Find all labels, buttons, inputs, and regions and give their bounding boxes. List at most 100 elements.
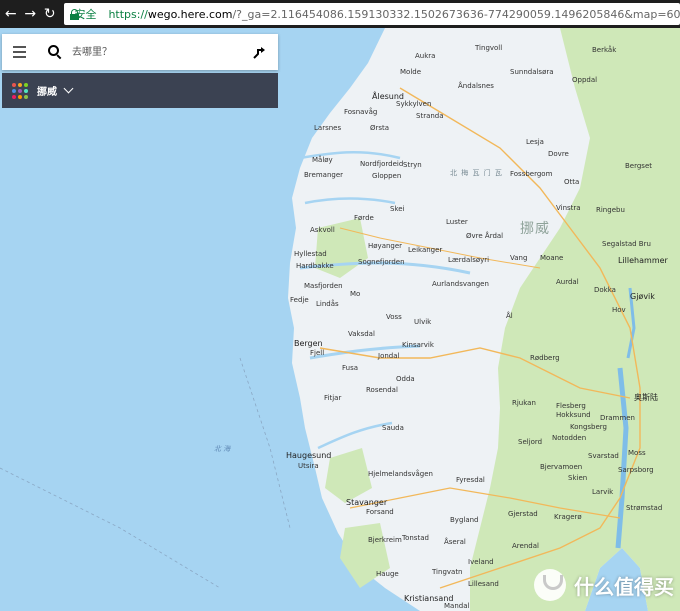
map-label[interactable]: Aukra <box>415 52 435 60</box>
chevron-down-icon[interactable] <box>63 83 74 94</box>
map-label[interactable]: Høyanger <box>368 242 402 250</box>
map-label[interactable]: Arendal <box>512 542 539 550</box>
map-label[interactable]: Notodden <box>552 434 586 442</box>
map-label[interactable]: Fyresdal <box>456 476 485 484</box>
map-label[interactable]: Nordfjordeid <box>360 160 403 168</box>
map-label[interactable]: Berkåk <box>592 46 616 54</box>
search-input[interactable] <box>70 45 234 59</box>
map-label[interactable]: Vang <box>510 254 527 262</box>
map-label[interactable]: Rjukan <box>512 399 536 407</box>
map-label[interactable]: Odda <box>396 375 415 383</box>
map-label[interactable]: Strømstad <box>626 504 662 512</box>
map-label[interactable]: Drammen <box>600 414 635 422</box>
map-label[interactable]: Vinstra <box>556 204 581 212</box>
map-label[interactable]: Fusa <box>342 364 358 372</box>
map-label[interactable]: Tingvoll <box>475 44 502 52</box>
map-label[interactable]: Gjøvik <box>630 292 655 301</box>
map-label[interactable]: Hauge <box>376 570 399 578</box>
map-label[interactable]: Kinsarvik <box>402 341 434 349</box>
map-label[interactable]: Stavanger <box>346 498 387 507</box>
map-label[interactable]: Førde <box>354 214 374 222</box>
map-label[interactable]: Fjell <box>310 349 324 357</box>
map-label[interactable]: Stranda <box>416 112 444 120</box>
country-panel[interactable]: 挪威 <box>2 73 278 108</box>
map-label[interactable]: Bjerkreim <box>368 536 402 544</box>
map-label[interactable]: Tingvatn <box>432 568 463 576</box>
map-label[interactable]: Fossbergom <box>510 170 552 178</box>
map-label[interactable]: Fedje <box>290 296 309 304</box>
map-label[interactable]: Sunndalsøra <box>510 68 554 76</box>
map-label[interactable]: Moane <box>540 254 563 262</box>
map-canvas[interactable]: Aukra Tingvoll Berkåk Molde Sunndalsøra Oppda… <box>0 28 680 611</box>
map-label[interactable]: Fosnavåg <box>344 108 377 116</box>
map-label[interactable]: Sognefjorden <box>358 258 405 266</box>
map-label[interactable]: Bergen <box>294 339 323 348</box>
map-label[interactable]: Lærdalsøyri <box>448 256 489 264</box>
map-label[interactable]: Moss <box>628 449 646 457</box>
map-label[interactable]: Ulvik <box>414 318 431 326</box>
map-label[interactable]: Ringebu <box>596 206 625 214</box>
map-label[interactable]: Larvik <box>592 488 613 496</box>
map-label[interactable]: Skei <box>390 205 405 213</box>
map-label[interactable]: Kongsberg <box>570 423 607 431</box>
map-label[interactable]: Askvoll <box>310 226 335 234</box>
map-label[interactable]: Aurlandsvangen <box>432 280 489 288</box>
map-label[interactable]: Lesja <box>526 138 544 146</box>
map-label[interactable]: Dokka <box>594 286 616 294</box>
map-label[interactable]: Mo <box>350 290 360 298</box>
search-icon[interactable] <box>48 45 62 59</box>
map-label[interactable]: 奥斯陆 <box>634 392 658 403</box>
reload-icon[interactable]: ↻ <box>41 5 58 23</box>
map-label[interactable]: Åndalsnes <box>458 82 494 90</box>
map-label[interactable]: Bjervamoen <box>540 463 582 471</box>
map-label[interactable]: Hardbakke <box>296 262 334 270</box>
directions-icon[interactable] <box>252 45 266 59</box>
map-label[interactable]: Ål <box>506 312 513 320</box>
map-label[interactable]: Lindås <box>316 300 339 308</box>
map-label[interactable]: Otta <box>564 178 579 186</box>
map-label[interactable]: Ørsta <box>370 124 389 132</box>
map-label[interactable]: Molde <box>400 68 421 76</box>
map-label[interactable]: Leikanger <box>408 246 442 254</box>
map-label[interactable]: Måløy <box>312 156 333 164</box>
map-label[interactable]: Sarpsborg <box>618 466 654 474</box>
hamburger-menu-icon[interactable] <box>13 46 26 58</box>
address-bar[interactable]: 安全 https:// wego.here.com /?_ga=2.116454… <box>64 3 680 25</box>
map-label[interactable]: Segalstad Bru <box>602 240 651 248</box>
map-label[interactable]: Fitjar <box>324 394 341 402</box>
map-label[interactable]: Hokksund <box>556 411 591 419</box>
map-label[interactable]: Masfjorden <box>304 282 343 290</box>
map-label[interactable]: 北 梅 瓦 门 瓦 <box>450 168 503 178</box>
map-label[interactable]: Larsnes <box>314 124 341 132</box>
map-label[interactable]: Rosendal <box>366 386 398 394</box>
map-label[interactable]: Voss <box>386 313 402 321</box>
map-label[interactable]: Flesberg <box>556 402 586 410</box>
map-label[interactable]: Stryn <box>403 161 422 169</box>
map-label[interactable]: Øvre Årdal <box>466 232 503 240</box>
back-arrow-icon[interactable]: ← <box>2 5 19 23</box>
map-label[interactable]: Gloppen <box>372 172 401 180</box>
map-label[interactable]: Skien <box>568 474 587 482</box>
map-label[interactable]: 挪威 <box>520 218 550 238</box>
map-label[interactable]: Hjelmelandsvågen <box>368 470 433 478</box>
map-label[interactable]: Bygland <box>450 516 479 524</box>
map-label[interactable]: Oppdal <box>572 76 597 84</box>
map-label[interactable]: Svarstad <box>588 452 619 460</box>
map-label[interactable]: Bremanger <box>304 171 343 179</box>
map-label[interactable]: Gjerstad <box>508 510 538 518</box>
map-label[interactable]: Forsand <box>366 508 394 516</box>
map-label[interactable]: Tonstad <box>402 534 429 542</box>
map-label[interactable]: Mandal <box>444 602 469 610</box>
forward-arrow-icon[interactable]: → <box>21 5 38 23</box>
map-label[interactable]: Luster <box>446 218 468 226</box>
map-label[interactable]: Sykkylven <box>396 100 431 108</box>
map-label[interactable]: Lillehammer <box>618 256 668 265</box>
map-label[interactable]: Seljord <box>518 438 542 446</box>
map-label[interactable]: Rødberg <box>530 354 560 362</box>
map-label[interactable]: Lillesand <box>468 580 499 588</box>
map-label[interactable]: Bergset <box>625 162 652 170</box>
map-label[interactable]: Dovre <box>548 150 569 158</box>
map-label[interactable]: Aurdal <box>556 278 579 286</box>
map-label[interactable]: Vaksdal <box>348 330 375 338</box>
map-label[interactable]: Åseral <box>444 538 466 546</box>
